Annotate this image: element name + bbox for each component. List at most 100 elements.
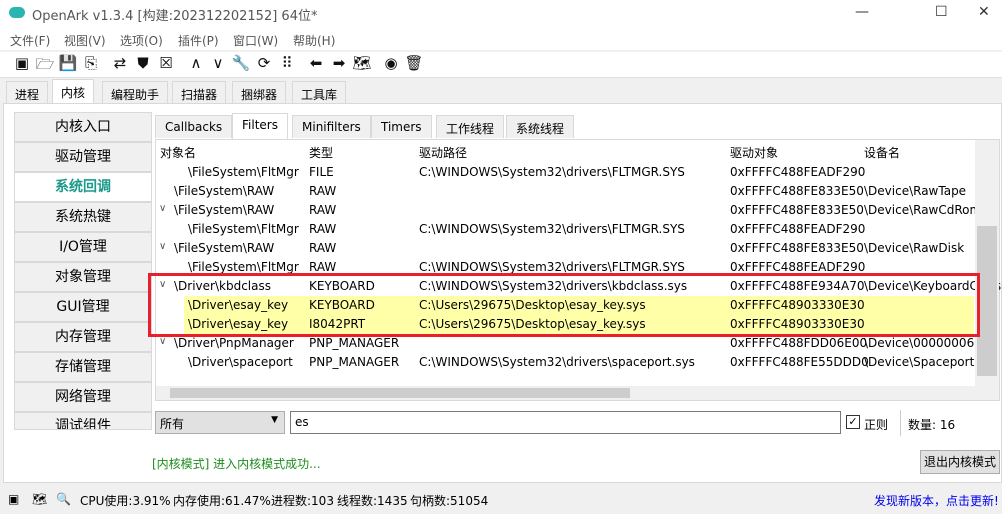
sidebar-item[interactable]: 系统回调 (14, 172, 152, 202)
cell-type: FILE (309, 165, 334, 179)
thread-count: 线程数:1435 (337, 494, 408, 508)
process-count: 进程数:103 (271, 494, 334, 508)
column-header-path[interactable]: 驱动路径 (419, 144, 467, 161)
expand-chevron-icon[interactable]: ∨ (159, 241, 166, 252)
down-icon[interactable]: ∨ (208, 54, 228, 72)
table-row[interactable]: \FileSystem\FltMgr FILE C:\WINDOWS\System3… (156, 163, 974, 182)
table-row[interactable]: \Driver\spaceport PNP_MANAGER C:\WINDOWS\S… (156, 353, 974, 372)
sidebar-item[interactable]: 存储管理 (14, 352, 152, 382)
subtab-minifilters[interactable]: Minifilters (292, 115, 371, 138)
sidebar-item[interactable]: I/O管理 (14, 232, 152, 262)
tab-bundler[interactable]: 捆绑器 (232, 81, 287, 103)
cell-type: RAW (309, 203, 337, 217)
map-icon[interactable]: 🗺 (32, 492, 47, 506)
sidebar-item[interactable]: 驱动管理 (14, 142, 152, 172)
exit-kernel-mode-button[interactable]: 退出内核模式 (920, 450, 1000, 474)
back-icon[interactable]: ⬅ (306, 54, 326, 72)
wrench-icon[interactable]: 🔧 (231, 54, 251, 72)
menu-help[interactable]: 帮助(H) (293, 32, 335, 49)
console-icon[interactable]: ▣ (8, 492, 19, 506)
forward-icon[interactable]: ➡ (329, 54, 349, 72)
refresh-icon[interactable]: ⟳ (254, 54, 274, 72)
tab-toolkit[interactable]: 工具库 (292, 81, 347, 103)
map-icon[interactable]: 🗺 (352, 54, 372, 72)
minimize-button[interactable]: — (855, 4, 869, 20)
cell-name: \FileSystem\RAW (174, 203, 275, 217)
column-header-object[interactable]: 驱动对象 (730, 144, 778, 161)
github-icon[interactable]: ◉ (381, 54, 401, 72)
column-header-device[interactable]: 设备名 (864, 144, 900, 161)
column-header-type[interactable]: 类型 (309, 144, 333, 161)
cell-type: RAW (309, 184, 337, 198)
subtab-work-threads[interactable]: 工作线程 (436, 115, 505, 138)
table-row[interactable]: \FileSystem\RAW RAW 0xFFFFC488FE833E50 \Dev… (156, 182, 974, 201)
maximize-button[interactable]: ☐ (935, 4, 948, 20)
menu-plugins[interactable]: 插件(P) (178, 32, 219, 49)
menu-view[interactable]: 视图(V) (64, 32, 106, 49)
cell-obj: 0xFFFFC488FE833E50 (730, 203, 864, 217)
table-row[interactable]: ∨ \FileSystem\RAW RAW 0xFFFFC488FE833E50 \De… (156, 239, 974, 258)
vertical-scrollbar-thumb[interactable] (977, 226, 997, 376)
tab-scanner[interactable]: 扫描器 (172, 81, 227, 103)
save-icon[interactable]: 💾 (58, 54, 78, 72)
cell-obj: 0xFFFFC488FDD06E00 (730, 336, 868, 350)
column-header-name[interactable]: 对象名 (160, 144, 196, 161)
subtab-system-threads[interactable]: 系统线程 (506, 115, 575, 138)
expand-chevron-icon[interactable]: ∨ (159, 203, 166, 214)
sidebar-item[interactable]: 网络管理 (14, 382, 152, 412)
cell-dev: \Device\Spaceport (864, 355, 975, 369)
cell-obj: 0xFFFFC488FE833E50 (730, 241, 864, 255)
menu-file[interactable]: 文件(F) (10, 32, 50, 49)
regex-checkbox[interactable]: ✓ (846, 415, 860, 429)
export-icon[interactable]: ⎘ (81, 54, 101, 72)
close-button[interactable]: ✕ (978, 4, 990, 20)
divider (900, 410, 901, 436)
cell-dev: \Device\RawDisk (864, 241, 965, 255)
route-icon[interactable]: ⇄ (110, 54, 130, 72)
cell-type: RAW (309, 222, 337, 236)
cell-name: \Driver\PnpManager (174, 336, 294, 350)
cell-obj: 0xFFFFC488FEADF290 (730, 260, 866, 274)
sidebar-item[interactable]: 对象管理 (14, 262, 152, 292)
cell-name: \Driver\spaceport (188, 355, 293, 369)
cell-path: C:\WINDOWS\System32\drivers\FLTMGR.SYS (419, 165, 685, 179)
subtab-timers[interactable]: Timers (371, 115, 432, 138)
up-icon[interactable]: ∧ (186, 54, 206, 72)
cell-path: C:\WINDOWS\System32\drivers\spaceport.sy… (419, 355, 695, 369)
subtab-filters[interactable]: Filters (232, 113, 288, 139)
expand-chevron-icon[interactable]: ∨ (159, 336, 166, 347)
cell-dev: \Device\RawTape (864, 184, 967, 198)
sidebar-item[interactable]: 系统热键 (14, 202, 152, 232)
menu-window[interactable]: 窗口(W) (233, 32, 278, 49)
sidebar-item[interactable]: 调试组件 (14, 412, 152, 430)
grid-icon[interactable]: ⠿ (277, 54, 297, 72)
sidebar-item[interactable]: GUI管理 (14, 292, 152, 322)
tab-coding-helper[interactable]: 编程助手 (102, 81, 169, 103)
cell-dev: \Device\RawCdRom (864, 203, 982, 217)
filter-type-select[interactable]: 所有 ▼ (155, 411, 285, 434)
tab-kernel[interactable]: 内核 (52, 79, 95, 104)
subtab-callbacks[interactable]: Callbacks (155, 115, 233, 138)
trash-icon[interactable]: 🗑 (404, 54, 424, 72)
console-icon[interactable]: ▣ (12, 54, 32, 72)
tab-process[interactable]: 进程 (6, 81, 49, 103)
update-link[interactable]: 发现新版本，点击更新! (874, 492, 999, 509)
horizontal-scrollbar-thumb[interactable] (170, 388, 630, 398)
highlight-annotation-box (148, 273, 980, 337)
table-row[interactable]: \FileSystem\FltMgr RAW C:\WINDOWS\System32… (156, 220, 974, 239)
open-folder-icon[interactable]: 🗁 (35, 54, 55, 79)
cpu-usage: CPU使用:3.91% (80, 494, 171, 508)
chevron-down-icon: ▼ (271, 415, 278, 425)
cell-obj: 0xFFFFC488FE55DDD0 (730, 355, 869, 369)
handle-count: 句柄数:51054 (410, 494, 489, 508)
sidebar-item[interactable]: 内核入口 (14, 112, 152, 142)
filter-type-value: 所有 (160, 417, 185, 431)
sidebar-item[interactable]: 内存管理 (14, 322, 152, 352)
search-icon[interactable]: 🔍 (56, 492, 71, 506)
search-input[interactable]: es (290, 411, 841, 434)
shield-icon[interactable]: ⛊ (133, 54, 153, 72)
cell-name: \FileSystem\RAW (174, 241, 275, 255)
menu-options[interactable]: 选项(O) (120, 32, 163, 49)
kill-icon[interactable]: ☒ (156, 54, 176, 72)
table-row[interactable]: ∨ \FileSystem\RAW RAW 0xFFFFC488FE833E50 \De… (156, 201, 981, 220)
